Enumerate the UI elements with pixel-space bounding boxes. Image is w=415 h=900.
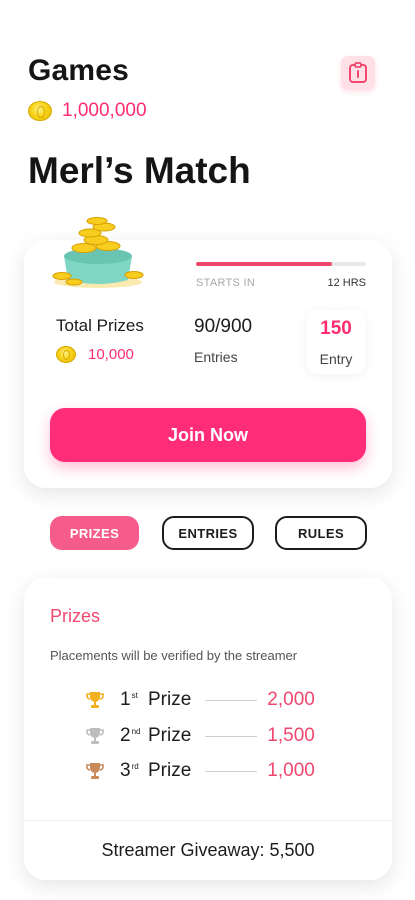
prize-value: 1,000 (267, 760, 315, 781)
gold-trophy-icon (84, 689, 106, 711)
prize-rank: 2nd (120, 725, 141, 746)
total-prizes-label: Total Prizes (56, 316, 144, 335)
balance-amount: 1,000,000 (62, 100, 147, 121)
header: Games 1,000,000 (28, 54, 387, 122)
tab-prizes[interactable]: PRIZES (50, 516, 139, 550)
progress-track (196, 262, 366, 266)
total-prizes-value: 10,000 (88, 346, 134, 363)
prize-divider (205, 735, 258, 737)
time-remaining: 12 HRS (327, 277, 366, 289)
entries-label: Entries (194, 349, 238, 365)
tab-rules[interactable]: RULES (275, 516, 367, 550)
progress-fill (196, 262, 332, 266)
prize-place-1: 1st Prize 2,000 (84, 688, 364, 712)
prize-value: 1,500 (267, 725, 315, 746)
join-now-button[interactable]: Join Now (50, 408, 366, 462)
coin-icon (28, 101, 52, 121)
prize-place-3: 3rd Prize 1,000 (84, 759, 364, 783)
prize-label: Prize (148, 760, 192, 781)
coin-balance: 1,000,000 (28, 100, 387, 122)
countdown-progress: STARTS IN 12 HRS (196, 262, 366, 289)
prizes-panel: Prizes Placements will be verified by th… (24, 578, 392, 880)
entries-count: 90/900 (194, 316, 253, 337)
total-prizes: Total Prizes 10,000 (56, 316, 144, 363)
starts-in-label: STARTS IN (196, 277, 256, 289)
prize-divider (205, 770, 258, 772)
game-card: STARTS IN 12 HRS Total Prizes 10,000 90/… (24, 217, 392, 488)
entry-fee-label: Entry (319, 351, 353, 367)
prizes-heading: Prizes (50, 606, 101, 626)
prize-place-2: 2nd Prize 1,500 (84, 724, 364, 748)
bronze-trophy-icon (84, 760, 106, 782)
prize-label: Prize (148, 689, 192, 710)
page-title: Games (28, 54, 130, 87)
prizes-note: Placements will be verified by the strea… (50, 648, 298, 663)
entry-fee-value: 150 (320, 318, 352, 339)
coin-icon (56, 346, 76, 363)
prize-rank: 1st (120, 689, 138, 710)
treasure-icon (52, 217, 144, 288)
streamer-giveaway: Streamer Giveaway: 5,500 (24, 820, 392, 880)
tab-entries[interactable]: ENTRIES (162, 516, 254, 550)
silver-trophy-icon (84, 725, 106, 747)
profile-button[interactable] (341, 56, 375, 90)
prize-label: Prize (148, 725, 192, 746)
profile-card-icon (349, 62, 367, 83)
prize-value: 2,000 (267, 689, 315, 710)
game-title: Merl’s Match (28, 150, 251, 191)
entry-fee: 150 Entry (306, 310, 366, 374)
entries-stat: 90/900 Entries (194, 316, 252, 365)
prize-rank: 3rd (120, 760, 139, 781)
prize-divider (205, 699, 258, 701)
